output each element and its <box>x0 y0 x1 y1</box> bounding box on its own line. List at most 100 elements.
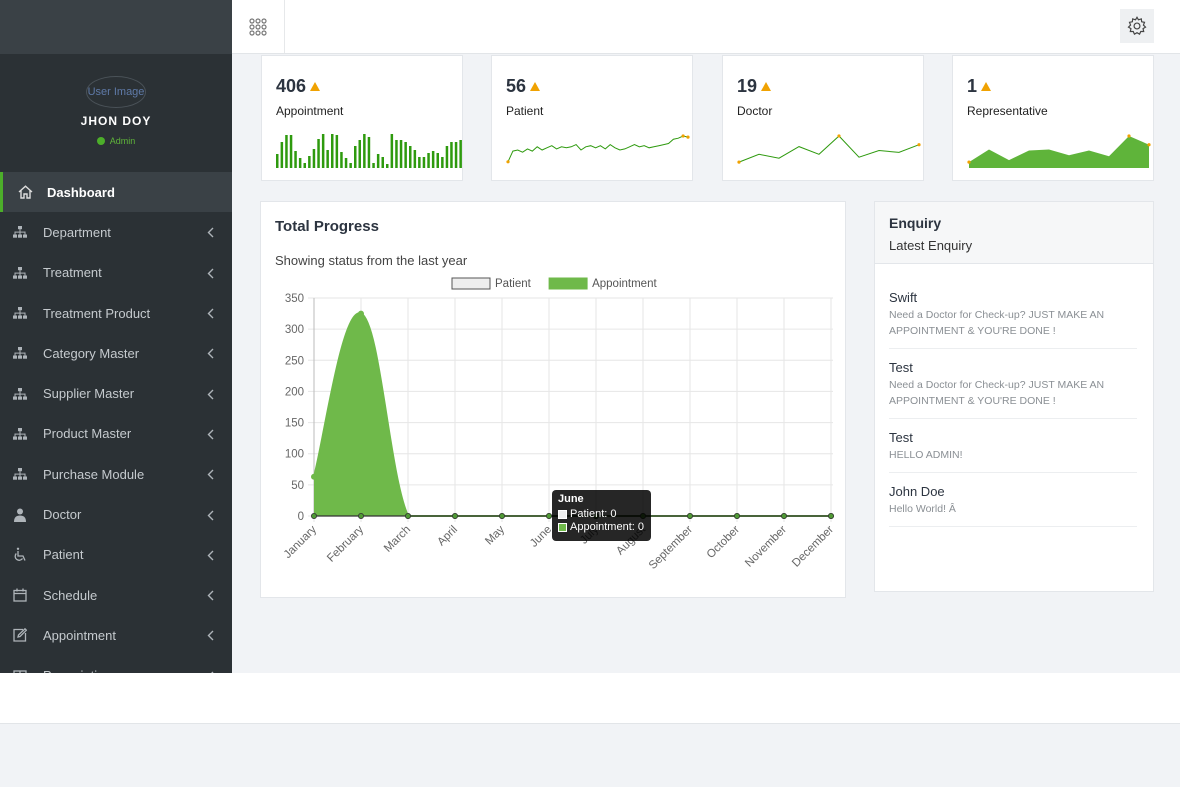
sidebar-item-label: Doctor <box>43 507 82 523</box>
enquiry-name: Test <box>889 360 913 375</box>
triangle-up-icon <box>761 82 772 91</box>
chevron-left-icon[interactable] <box>207 347 214 362</box>
sidebar-item-doctor[interactable]: Doctor <box>0 494 232 534</box>
chevron-left-icon[interactable] <box>207 589 214 604</box>
sparkline-doctor <box>737 134 921 164</box>
online-status-dot <box>96 137 105 145</box>
chevron-left-icon[interactable] <box>207 629 214 644</box>
legend-swatch-appointment <box>548 277 588 290</box>
x-tick-label: June <box>528 524 554 550</box>
stat-label: Representative <box>967 104 1048 118</box>
x-tick-label: January <box>282 523 320 561</box>
stat-value: 1 <box>967 76 992 97</box>
stat-card-appointment[interactable]: 406 Appointment <box>261 55 463 181</box>
sidebar-item-purchase-module[interactable]: Purchase Module <box>0 454 232 494</box>
series-point-patient[interactable] <box>686 512 693 519</box>
spark-bar <box>285 135 288 168</box>
stat-card-patient[interactable]: 56 Patient <box>491 55 693 181</box>
sidebar-item-label: Supplier Master <box>43 386 135 402</box>
spark-point <box>1127 134 1131 138</box>
spark-bar <box>298 158 302 168</box>
total-progress-card: Total Progress Showing status from the l… <box>260 201 846 598</box>
apps-grid-button[interactable] <box>232 0 285 53</box>
series-point-patient[interactable] <box>404 512 411 519</box>
spark-point <box>686 135 690 139</box>
spark-bar <box>340 152 343 168</box>
series-point-appointment[interactable] <box>358 310 365 317</box>
spark-bar <box>312 149 316 168</box>
apps-grid-icon <box>249 17 267 36</box>
chart-legend[interactable]: Patient Appointment <box>451 277 657 290</box>
sidebar-item-label: Product Master <box>43 426 132 442</box>
enquiry-item[interactable]: Test Need a Doctor for Check-up? JUST MAK… <box>889 360 1137 419</box>
user-role: Admin <box>0 136 232 146</box>
series-point-appointment[interactable] <box>311 473 318 480</box>
enquiry-item[interactable]: Test HELLO ADMIN! <box>889 430 1137 473</box>
chevron-left-icon[interactable] <box>207 388 214 403</box>
series-point-patient[interactable] <box>733 512 740 519</box>
sidebar-item-prescription[interactable]: Prescription <box>0 656 232 673</box>
y-tick-label: 350 <box>285 293 304 305</box>
y-tick-label: 200 <box>285 386 304 398</box>
sidebar-item-supplier-master[interactable]: Supplier Master <box>0 373 232 413</box>
enquiry-message: HELLO ADMIN! <box>889 449 963 461</box>
chevron-left-icon[interactable] <box>207 509 214 524</box>
chevron-left-icon[interactable] <box>207 468 214 483</box>
stat-value: 19 <box>737 76 772 97</box>
y-tick-label: 50 <box>291 480 304 492</box>
tooltip-swatch-patient <box>558 510 567 519</box>
spark-bar <box>459 140 462 168</box>
user-name: JHON DOY <box>80 114 152 128</box>
series-point-patient[interactable] <box>498 512 505 519</box>
stat-card-representative[interactable]: 1 Representative <box>952 55 1154 181</box>
sidebar-item-department[interactable]: Department <box>0 212 232 252</box>
avatar[interactable]: User Image <box>86 76 146 108</box>
spark-point <box>837 134 841 138</box>
series-point-patient[interactable] <box>781 512 788 519</box>
spark-line <box>738 135 920 163</box>
spark-bar <box>376 154 380 168</box>
x-tick-label: December <box>790 524 836 570</box>
sitemap-icon <box>12 305 28 321</box>
legend-swatch-patient <box>451 277 491 290</box>
sparkline-appointment <box>276 134 462 168</box>
series-point-patient[interactable] <box>545 512 552 519</box>
sidebar-item-dashboard[interactable]: Dashboard <box>0 172 232 213</box>
chevron-left-icon[interactable] <box>207 267 214 282</box>
spark-point <box>737 160 741 164</box>
chevron-left-icon[interactable] <box>207 226 214 241</box>
spark-bar <box>367 137 371 168</box>
spark-point <box>681 134 685 138</box>
series-point-patient[interactable] <box>828 512 835 519</box>
series-point-patient[interactable] <box>451 512 458 519</box>
tooltip-swatch-appointment <box>558 523 567 532</box>
spark-bar <box>363 134 366 168</box>
stat-card-doctor[interactable]: 19 Doctor <box>722 55 924 181</box>
spark-bar <box>276 154 279 168</box>
spark-bar <box>454 142 458 168</box>
spark-bar <box>404 142 407 168</box>
home-icon <box>17 184 33 200</box>
enquiry-item[interactable]: John Doe Hello World! Â <box>889 484 1137 527</box>
x-tick-label: May <box>483 523 507 547</box>
enquiry-item[interactable]: Swift Need a Doctor for Check-up? JUST MA… <box>889 290 1137 349</box>
sidebar-item-appointment[interactable]: Appointment <box>0 615 232 655</box>
chevron-left-icon[interactable] <box>207 549 214 564</box>
x-tick-label: March <box>382 524 413 555</box>
settings-button[interactable] <box>1120 9 1154 43</box>
chevron-left-icon[interactable] <box>207 307 214 322</box>
stat-label: Appointment <box>276 104 344 118</box>
spark-bar <box>441 157 444 168</box>
wheelchair-icon <box>12 547 28 563</box>
sidebar-item-patient[interactable]: Patient <box>0 535 232 575</box>
sidebar-item-product-master[interactable]: Product Master <box>0 414 232 454</box>
sidebar-item-treatment-product[interactable]: Treatment Product <box>0 293 232 333</box>
series-point-patient[interactable] <box>358 512 365 519</box>
series-point-patient[interactable] <box>311 512 318 519</box>
sidebar-item-treatment[interactable]: Treatment <box>0 253 232 293</box>
spark-bar <box>349 163 352 168</box>
sidebar-item-category-master[interactable]: Category Master <box>0 333 232 373</box>
sidebar-item-schedule[interactable]: Schedule <box>0 575 232 615</box>
enquiry-message: Need a Doctor for Check-up? JUST MAKE AN… <box>889 309 1105 337</box>
chevron-left-icon[interactable] <box>207 428 214 443</box>
